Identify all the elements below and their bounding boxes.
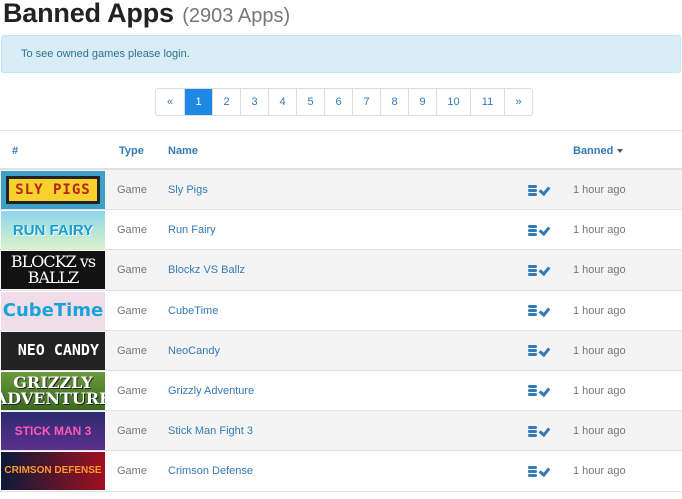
app-thumbnail[interactable]: GRIZZLY ADVENTURE <box>1 371 105 410</box>
thumbnail-title: STICK MAN 3 <box>14 424 92 439</box>
app-name-link[interactable]: Run Fairy <box>168 210 216 250</box>
thumbnail-title: NEO CANDY <box>17 341 99 360</box>
app-type: Game <box>117 465 147 478</box>
pagination-prev[interactable]: « <box>156 89 184 115</box>
app-icons <box>528 183 550 197</box>
database-icon[interactable] <box>528 345 537 357</box>
banned-time: 1 hour ago <box>573 465 626 478</box>
header-type[interactable]: Type <box>119 131 144 171</box>
steam-check-icon[interactable] <box>539 466 550 476</box>
pagination-page-4[interactable]: 4 <box>268 89 296 115</box>
table-row: SLY PIGS Game Sly Pigs 1 hour ago <box>0 170 682 211</box>
sort-caret-icon <box>617 149 624 154</box>
app-type: Game <box>117 264 147 277</box>
app-type: Game <box>117 304 147 317</box>
thumbnail-title: CRIMSON DEFENSE <box>4 465 102 477</box>
database-icon[interactable] <box>528 385 537 397</box>
page-title-text: Banned Apps <box>3 0 174 28</box>
app-name-link[interactable]: Grizzly Adventure <box>168 371 254 411</box>
thumbnail-title: BLOCKZ vs BALLZ <box>10 252 96 288</box>
app-count: (2903 Apps) <box>182 5 291 27</box>
thumbnail-title: GRIZZLY ADVENTURE <box>1 372 105 408</box>
app-thumbnail[interactable]: BLOCKZ vs BALLZ <box>1 251 105 290</box>
app-thumbnail[interactable]: SLY PIGS <box>1 171 105 209</box>
pagination: «1 2 3 4 5 6 7 8 9 10 11» <box>155 88 533 116</box>
thumbnail-title: SLY PIGS <box>6 176 100 204</box>
table-row: STICK MAN 3 Game Stick Man Fight 3 1 hour a… <box>0 411 682 452</box>
pagination-page-8[interactable]: 8 <box>380 89 408 115</box>
app-icons <box>528 263 550 277</box>
table-row: BLOCKZ vs BALLZ Game Blockz VS Ballz 1 hour… <box>0 250 682 291</box>
table-header: # Type Name Banned <box>0 130 682 170</box>
app-name-link[interactable]: CubeTime <box>168 291 218 331</box>
thumbnail-title: CubeTime <box>2 299 104 321</box>
pagination-page-9[interactable]: 9 <box>408 89 436 115</box>
page-title: Banned Apps (2903 Apps) <box>3 0 290 32</box>
database-icon[interactable] <box>528 305 537 317</box>
database-icon[interactable] <box>528 425 537 437</box>
table-body: SLY PIGS Game Sly Pigs 1 hour ago RUN FAIRY G… <box>0 170 682 492</box>
app-icons <box>528 304 550 318</box>
pagination-next[interactable]: » <box>504 89 532 115</box>
table-row: GRIZZLY ADVENTURE Game Grizzly Adventure 1 … <box>0 371 682 412</box>
app-icons <box>528 344 550 358</box>
header-banned[interactable]: Banned <box>573 131 624 171</box>
pagination-page-11[interactable]: 11 <box>470 89 504 115</box>
database-icon[interactable] <box>528 264 537 276</box>
pagination-page-1[interactable]: 1 <box>184 89 212 115</box>
steam-check-icon[interactable] <box>539 306 550 316</box>
banned-time: 1 hour ago <box>573 184 626 196</box>
header-number[interactable]: # <box>12 131 18 171</box>
pagination-page-2[interactable]: 2 <box>212 89 240 115</box>
database-icon[interactable] <box>528 465 537 477</box>
steam-check-icon[interactable] <box>539 426 550 436</box>
pagination-page-10[interactable]: 10 <box>436 89 470 115</box>
app-name-link[interactable]: Sly Pigs <box>168 170 208 210</box>
steam-check-icon[interactable] <box>539 346 550 356</box>
banned-time: 1 hour ago <box>573 304 626 317</box>
table-row: CRIMSON DEFENSE Game Crimson Defense 1 hour… <box>0 451 682 492</box>
app-type: Game <box>117 184 147 196</box>
login-alert: To see owned games please login. <box>1 35 681 73</box>
app-type: Game <box>117 344 147 357</box>
banned-time: 1 hour ago <box>573 425 626 438</box>
app-thumbnail[interactable]: CRIMSON DEFENSE <box>1 452 105 491</box>
pagination-page-3[interactable]: 3 <box>240 89 268 115</box>
app-name-link[interactable]: Blockz VS Ballz <box>168 250 245 290</box>
thumbnail-title: RUN FAIRY <box>12 221 94 239</box>
pagination-page-6[interactable]: 6 <box>324 89 352 115</box>
app-type: Game <box>117 425 147 438</box>
app-icons <box>528 464 550 478</box>
app-thumbnail[interactable]: STICK MAN 3 <box>1 412 105 451</box>
app-thumbnail[interactable]: CubeTime <box>1 291 105 330</box>
table-row: CubeTime Game CubeTime 1 hour ago <box>0 291 682 331</box>
banned-apps-table: # Type Name Banned SLY PIGS Game Sly Pigs 1… <box>0 130 682 492</box>
app-type: Game <box>117 224 147 237</box>
steam-check-icon[interactable] <box>539 185 550 195</box>
app-name-link[interactable]: Crimson Defense <box>168 451 253 491</box>
app-icons <box>528 223 550 237</box>
app-name-link[interactable]: Stick Man Fight 3 <box>168 411 253 451</box>
banned-time: 1 hour ago <box>573 344 626 357</box>
app-thumbnail[interactable]: NEO CANDY <box>1 331 105 370</box>
database-icon[interactable] <box>528 184 537 196</box>
header-name[interactable]: Name <box>168 131 198 171</box>
app-thumbnail[interactable]: RUN FAIRY <box>1 211 105 250</box>
app-name-link[interactable]: NeoCandy <box>168 331 220 371</box>
table-row: RUN FAIRY Game Run Fairy 1 hour ago <box>0 210 682 251</box>
banned-time: 1 hour ago <box>573 224 626 237</box>
app-icons <box>528 424 550 438</box>
steam-check-icon[interactable] <box>539 265 550 275</box>
steam-check-icon[interactable] <box>539 386 550 396</box>
pagination-page-5[interactable]: 5 <box>296 89 324 115</box>
banned-time: 1 hour ago <box>573 384 626 397</box>
pagination-page-7[interactable]: 7 <box>352 89 380 115</box>
database-icon[interactable] <box>528 224 537 236</box>
table-row: NEO CANDY Game NeoCandy 1 hour ago <box>0 330 682 371</box>
app-type: Game <box>117 384 147 397</box>
steam-check-icon[interactable] <box>539 225 550 235</box>
app-icons <box>528 384 550 398</box>
banned-time: 1 hour ago <box>573 264 626 277</box>
header-banned-label: Banned <box>573 145 614 157</box>
